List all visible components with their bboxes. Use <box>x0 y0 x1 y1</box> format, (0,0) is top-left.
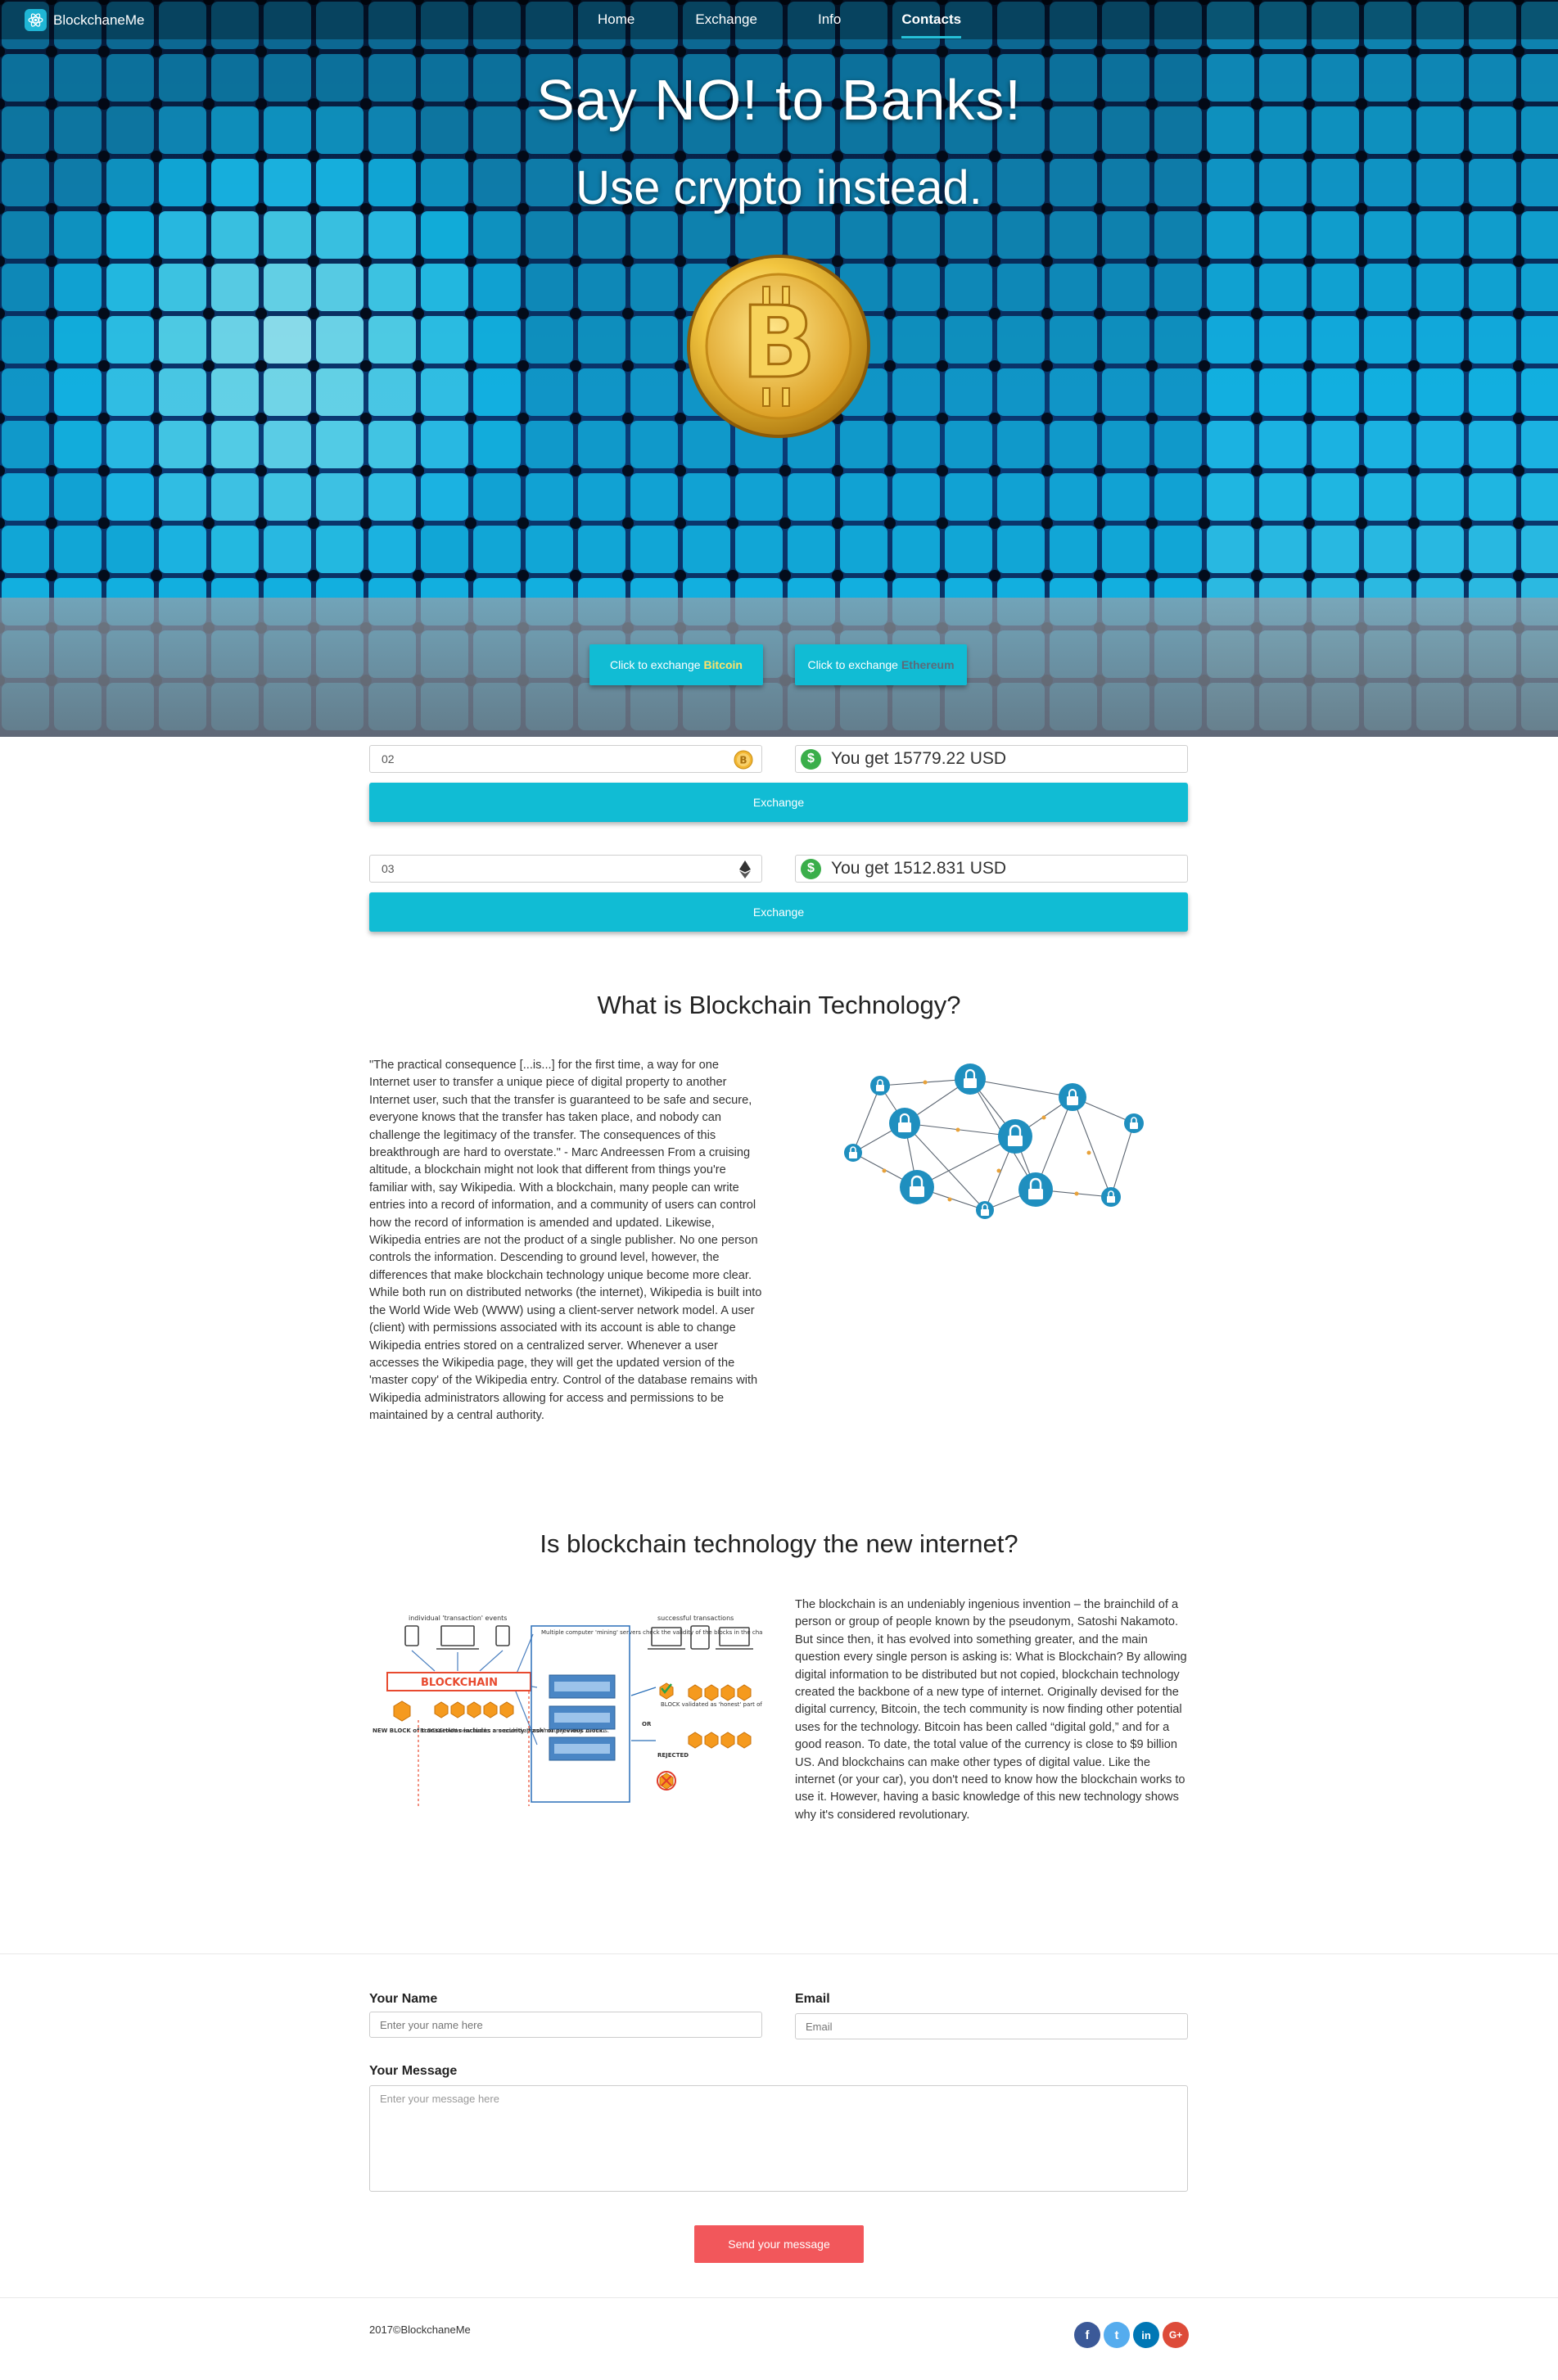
bitcoin-coin-icon: B <box>687 255 870 438</box>
ethereum-result-text: You get 1512.831 USD <box>831 859 1007 878</box>
hero-title: Say NO! to Banks! <box>536 68 1022 132</box>
send-message-button[interactable]: Send your message <box>694 2225 864 2263</box>
diagram-text-rejected: REJECTED <box>657 1752 689 1759</box>
email-label: Email <box>795 1992 830 2006</box>
dollar-icon: $ <box>801 748 821 770</box>
ethereum-icon <box>739 860 751 878</box>
name-input[interactable] <box>369 2012 762 2038</box>
ethereum-amount-input[interactable]: 03 <box>369 855 762 883</box>
navbar: BlockchaneMe Home Exchange Info Contacts <box>0 0 1558 39</box>
diagram-banner: BLOCKCHAIN <box>421 1677 498 1689</box>
name-label: Your Name <box>369 1992 438 2006</box>
bitcoin-exchange-button[interactable]: Exchange <box>369 783 1188 822</box>
exchange-bitcoin-button[interactable]: Click to exchange Bitcoin <box>589 644 763 685</box>
brand-name: BlockchaneMe <box>53 11 145 28</box>
nav-links: Home Exchange Info Contacts <box>598 0 1022 39</box>
message-placeholder: Enter your message here <box>380 2093 499 2105</box>
blockchain-network-image <box>844 1064 1144 1219</box>
exchange-ethereum-button[interactable]: Click to exchange Ethereum <box>795 644 967 685</box>
hero-haze <box>0 598 1558 737</box>
message-label: Your Message <box>369 2064 458 2078</box>
svg-text:B: B <box>741 287 815 400</box>
bitcoin-result-text: You get 15779.22 USD <box>831 749 1007 768</box>
bitcoin-icon: B <box>734 750 753 770</box>
bitcoin-amount-value: 02 <box>382 752 395 765</box>
section-title-new-internet: Is blockchain technology the new interne… <box>540 1529 1018 1558</box>
diagram-text-validated: BLOCK validated as 'honest' part of the … <box>661 1701 762 1708</box>
linkedin-icon[interactable]: in <box>1133 2322 1159 2348</box>
nav-link-exchange[interactable]: Exchange <box>695 0 757 39</box>
bitcoin-result: $ You get 15779.22 USD <box>795 745 1188 773</box>
exchange-ethereum-coin: Ethereum <box>901 658 955 671</box>
diagram-text-top-left: individual 'transaction' events <box>409 1615 507 1622</box>
svg-text:B: B <box>739 755 747 766</box>
section1-paragraph: "The practical consequence [...is...] fo… <box>369 1059 762 1423</box>
ethereum-exchange-button[interactable]: Exchange <box>369 892 1188 932</box>
nav-link-info[interactable]: Info <box>818 0 841 39</box>
section-title-what-is-blockchain: What is Blockchain Technology? <box>597 991 961 1019</box>
message-textarea[interactable]: Enter your message here <box>369 2085 1188 2192</box>
ethereum-amount-value: 03 <box>382 862 395 875</box>
footer-copyright: 2017©BlockchaneMe <box>369 2324 471 2336</box>
dollar-icon: $ <box>801 858 821 879</box>
section-divider <box>0 1953 1558 1954</box>
nav-link-home[interactable]: Home <box>598 0 634 39</box>
bitcoin-amount-input[interactable]: 02 B <box>369 745 762 773</box>
atom-logo-icon <box>25 9 47 31</box>
exchange-ethereum-prefix: Click to exchange <box>807 658 898 671</box>
exchange-bitcoin-prefix: Click to exchange <box>610 658 701 671</box>
hero-subtitle: Use crypto instead. <box>576 161 982 215</box>
facebook-icon[interactable]: f <box>1074 2322 1100 2348</box>
diagram-text-top-right: successful transactions <box>657 1615 734 1622</box>
email-input[interactable] <box>795 2013 1188 2039</box>
nav-link-contacts[interactable]: Contacts <box>901 0 961 39</box>
twitter-icon[interactable]: t <box>1104 2322 1130 2348</box>
blockchain-process-diagram: individual 'transaction' events successf… <box>373 1615 762 1806</box>
footer-divider <box>0 2297 1558 2298</box>
brand[interactable]: BlockchaneMe <box>25 9 145 31</box>
exchange-bitcoin-coin: Bitcoin <box>703 658 743 671</box>
section2-paragraph: The blockchain is an undeniably ingeniou… <box>795 1598 1187 1822</box>
hero-section: BlockchaneMe Home Exchange Info Contacts… <box>0 0 1558 737</box>
diagram-text-mining: Multiple computer 'mining' servers check… <box>541 1629 762 1636</box>
diagram-text-or: OR <box>642 1721 652 1727</box>
google-plus-icon[interactable]: G+ <box>1163 2322 1189 2348</box>
ethereum-result: $ You get 1512.831 USD <box>795 855 1188 883</box>
